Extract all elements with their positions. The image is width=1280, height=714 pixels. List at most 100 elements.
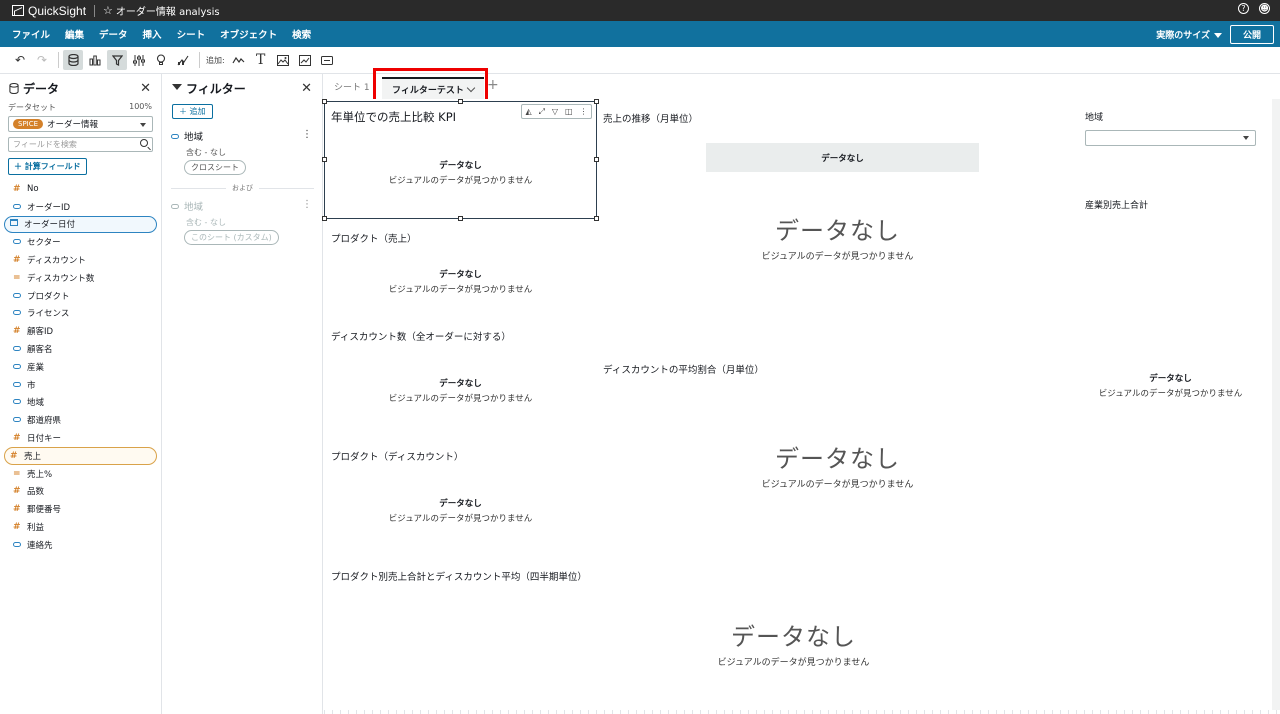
actual-size-dropdown[interactable]: 実際のサイズ bbox=[1156, 28, 1222, 41]
no-data-message: ビジュアルのデータが見つかりません bbox=[761, 480, 914, 490]
menu-edit[interactable]: 編集 bbox=[65, 27, 84, 41]
help-icon[interactable]: ? bbox=[1238, 3, 1249, 14]
field-item[interactable]: # 日付キー bbox=[4, 429, 157, 447]
field-item[interactable]: # 郵便番号 bbox=[4, 500, 157, 518]
menu-search[interactable]: 検索 bbox=[292, 27, 311, 41]
no-data-message: ビジュアルのデータが見つかりません bbox=[388, 285, 533, 295]
no-data-heading: データなし bbox=[1149, 374, 1192, 384]
field-item[interactable]: = 売上% bbox=[4, 465, 157, 483]
field-label: プロダクト bbox=[27, 291, 70, 302]
add-filter-button[interactable]: ＋ 追加 bbox=[172, 104, 213, 119]
no-data-heading: データなし bbox=[439, 499, 482, 509]
field-item[interactable]: # ディスカウント bbox=[4, 251, 157, 269]
filter-panel-title: フィルター bbox=[186, 81, 246, 96]
field-item[interactable]: # 利益 bbox=[4, 518, 157, 536]
resize-handle[interactable] bbox=[322, 216, 327, 221]
visual-type-icon[interactable]: ◭ bbox=[525, 107, 531, 116]
field-item[interactable]: # No bbox=[4, 180, 157, 198]
field-item[interactable]: = ディスカウント数 bbox=[4, 269, 157, 287]
resize-handle[interactable] bbox=[322, 99, 327, 104]
resize-handle[interactable] bbox=[594, 99, 599, 104]
menu-object[interactable]: オブジェクト bbox=[220, 27, 277, 41]
field-item[interactable]: ライセンス bbox=[4, 305, 157, 323]
add-label: 追加: bbox=[206, 55, 225, 65]
redo-icon[interactable]: ↷ bbox=[32, 50, 52, 70]
layout-icon[interactable]: ◫ bbox=[565, 107, 573, 116]
menu-insert[interactable]: 挿入 bbox=[143, 27, 162, 41]
discount-count-visual-title: ディスカウント数（全オーダーに対する） bbox=[331, 332, 511, 343]
filter-card[interactable]: 地域 含む - なし このシート (カスタム) ⋮ bbox=[171, 199, 314, 245]
parameters-icon[interactable] bbox=[129, 50, 149, 70]
dimension-icon bbox=[13, 397, 27, 407]
filter-icon[interactable] bbox=[107, 50, 127, 70]
filter-icon[interactable]: ▽ bbox=[552, 107, 558, 116]
more-options-icon[interactable]: ⋮ bbox=[302, 199, 312, 210]
add-chart-image-icon[interactable] bbox=[295, 50, 315, 70]
field-label: ディスカウント bbox=[27, 256, 86, 267]
database-icon bbox=[9, 82, 19, 94]
chevron-down-icon bbox=[140, 123, 146, 127]
field-item[interactable]: オーダー日付 bbox=[4, 215, 157, 234]
add-calculated-field-button[interactable]: ＋ 計算フィールド bbox=[8, 158, 87, 175]
filter-panel: フィルター ✕ ＋ 追加 地域 含む - なし クロスシート ⋮ および 地域 … bbox=[163, 74, 323, 714]
field-search-input[interactable]: フィールドを検索 bbox=[8, 137, 153, 152]
menu-file[interactable]: ファイル bbox=[12, 27, 50, 41]
spice-badge: SPICE bbox=[13, 119, 44, 129]
field-item[interactable]: # 品数 bbox=[4, 483, 157, 501]
measure-icon: # bbox=[13, 326, 21, 337]
field-item[interactable]: プロダクト bbox=[4, 287, 157, 305]
resize-handle[interactable] bbox=[458, 99, 463, 104]
insights-icon[interactable] bbox=[151, 50, 171, 70]
field-item[interactable]: 産業 bbox=[4, 358, 157, 376]
filter-card[interactable]: 地域 含む - なし クロスシート ⋮ bbox=[171, 129, 314, 175]
data-panel-title: データ bbox=[23, 81, 60, 96]
user-icon[interactable]: ☻ bbox=[1259, 3, 1270, 14]
kpi-visual-title: 年単位での売上比較 KPI bbox=[331, 110, 457, 124]
field-item[interactable]: 市 bbox=[4, 376, 157, 394]
close-icon[interactable]: ✕ bbox=[301, 81, 312, 96]
field-item[interactable]: # 顧客ID bbox=[4, 322, 157, 340]
add-control-icon[interactable] bbox=[317, 50, 337, 70]
region-control-select[interactable] bbox=[1085, 130, 1256, 146]
forecast-icon[interactable] bbox=[173, 50, 193, 70]
add-visual-icon[interactable] bbox=[229, 50, 249, 70]
field-label: セクター bbox=[27, 238, 61, 249]
add-sheet-icon[interactable]: + bbox=[487, 77, 499, 93]
close-icon[interactable]: ✕ bbox=[140, 81, 151, 96]
add-image-icon[interactable] bbox=[273, 50, 293, 70]
dataset-select[interactable]: SPICE オーダー情報 bbox=[8, 116, 153, 132]
quicksight-logo[interactable]: QuickSight bbox=[0, 0, 86, 21]
field-item[interactable]: オーダーID bbox=[4, 198, 157, 216]
quicksight-logo-icon bbox=[12, 5, 24, 16]
field-list: # No オーダーID オーダー日付 セクター # ディスカウント = ディスカウント数 プロダク… bbox=[0, 180, 161, 554]
data-panel-icon[interactable] bbox=[63, 50, 83, 70]
field-item[interactable]: 都道府県 bbox=[4, 411, 157, 429]
expand-icon[interactable]: ⤢ bbox=[539, 107, 545, 117]
tab-sheet-1[interactable]: シート 1 bbox=[334, 80, 370, 93]
visuals-icon[interactable] bbox=[85, 50, 105, 70]
region-control-label: 地域 bbox=[1085, 113, 1104, 123]
field-item[interactable]: 連絡先 bbox=[4, 536, 157, 554]
dimension-icon bbox=[171, 131, 184, 142]
field-item[interactable]: 顧客名 bbox=[4, 340, 157, 358]
field-label: 郵便番号 bbox=[27, 505, 62, 516]
resize-handle[interactable] bbox=[458, 216, 463, 221]
highlight-box bbox=[373, 68, 488, 102]
filter-name: 地域 bbox=[184, 202, 204, 213]
search-icon[interactable] bbox=[140, 139, 148, 147]
menu-data[interactable]: データ bbox=[99, 27, 128, 41]
field-item[interactable]: セクター bbox=[4, 233, 157, 251]
field-item[interactable]: # 売上 bbox=[4, 446, 157, 465]
more-options-icon[interactable]: ⋮ bbox=[580, 107, 588, 116]
field-item[interactable]: 地域 bbox=[4, 394, 157, 412]
dimension-icon bbox=[13, 344, 27, 354]
resize-handle[interactable] bbox=[594, 216, 599, 221]
more-options-icon[interactable]: ⋮ bbox=[302, 129, 312, 140]
menu-sheet[interactable]: シート bbox=[177, 27, 206, 41]
add-text-icon[interactable]: T bbox=[251, 50, 271, 70]
field-search-placeholder: フィールドを検索 bbox=[13, 140, 77, 149]
undo-icon[interactable]: ↶ bbox=[10, 50, 30, 70]
analysis-name[interactable]: オーダー情報 analysis bbox=[116, 3, 220, 18]
favorite-star-icon[interactable]: ☆ bbox=[103, 4, 113, 17]
publish-button[interactable]: 公開 bbox=[1229, 25, 1274, 44]
